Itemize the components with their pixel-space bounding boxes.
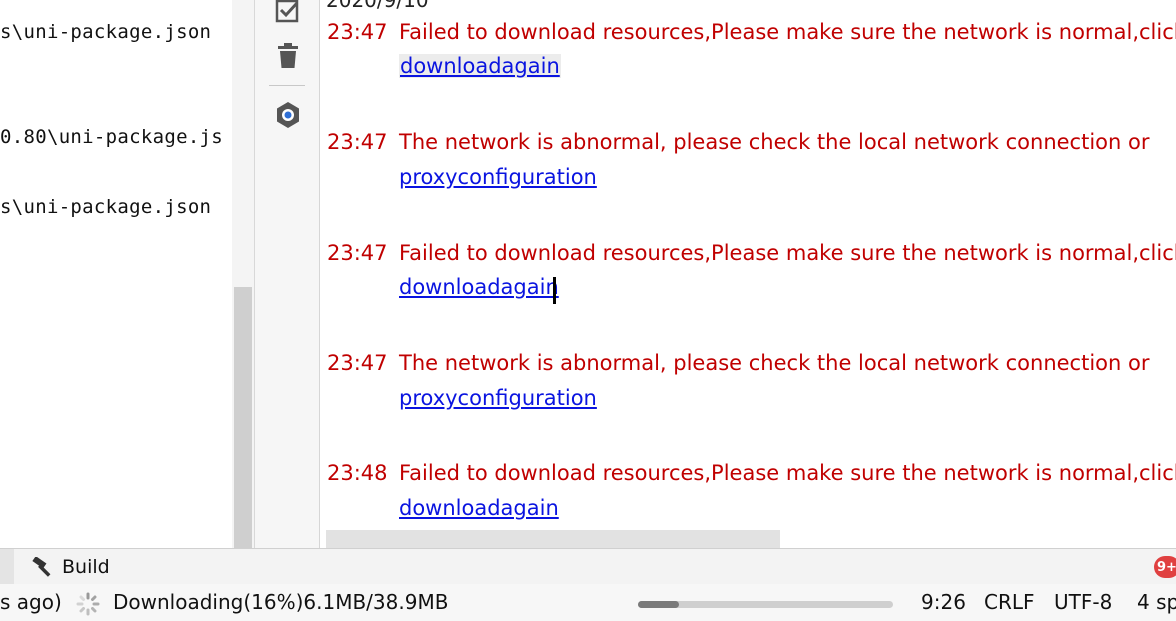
proxy-configuration-link[interactable]: proxyconfiguration <box>399 165 597 189</box>
message-time: 23:47 <box>327 130 388 154</box>
message-time: 23:48 <box>327 461 388 485</box>
checklist-icon[interactable] <box>273 0 303 26</box>
bottom-tab-bar: Build 9+ <box>0 548 1176 585</box>
download-again-link[interactable]: downloadagain <box>399 275 559 299</box>
notification-badge[interactable]: 9+ <box>1154 556 1176 578</box>
status-time-ago: s ago) <box>0 590 62 614</box>
file-list-panel: s\uni-package.json 0.80\uni-package.js s… <box>0 0 232 548</box>
tab-strip-edge <box>0 549 14 584</box>
spinner-icon <box>76 592 100 621</box>
message-text: The network is abnormal, please check th… <box>399 351 1150 375</box>
date-header: 2020/9/10 <box>326 0 429 12</box>
code-line: s\uni-package.json <box>0 196 212 218</box>
download-progress-fill <box>638 601 679 608</box>
message-time: 23:47 <box>327 351 388 375</box>
message-text: Failed to download resources,Please make… <box>399 20 1176 44</box>
horizontal-scrollbar-thumb[interactable] <box>326 530 780 548</box>
download-again-link[interactable]: downloadagain <box>399 54 561 78</box>
settings-hex-icon[interactable] <box>273 100 303 130</box>
trash-icon[interactable] <box>273 41 303 71</box>
code-line: s\uni-package.json <box>0 21 212 43</box>
console-toolbar <box>254 0 321 548</box>
message-text: Failed to download resources,Please make… <box>399 461 1176 485</box>
code-line: 0.80\uni-package.js <box>0 126 224 148</box>
status-bar: s ago) Downloading(16%)6.1MB/38.9MB 9:26… <box>0 584 1176 621</box>
tab-build-label: Build <box>62 556 110 578</box>
message-time: 23:47 <box>327 241 388 265</box>
message-text: Failed to download resources,Please make… <box>399 241 1176 265</box>
left-scrollbar-thumb[interactable] <box>234 287 252 548</box>
tab-build[interactable]: Build <box>32 552 110 582</box>
proxy-configuration-link[interactable]: proxyconfiguration <box>399 386 597 410</box>
download-again-link[interactable]: downloadagain <box>399 496 559 520</box>
console-output: 2020/9/10 23:47 Failed to download resou… <box>320 0 1176 548</box>
cursor-position[interactable]: 9:26 <box>921 590 966 614</box>
text-caret <box>553 277 556 304</box>
indentation[interactable]: 4 sp <box>1137 590 1176 614</box>
hammer-icon <box>32 557 51 577</box>
download-status: Downloading(16%)6.1MB/38.9MB <box>113 590 449 614</box>
toolbar-divider <box>269 85 305 86</box>
message-text: The network is abnormal, please check th… <box>399 130 1150 154</box>
message-time: 23:47 <box>327 20 388 44</box>
line-ending[interactable]: CRLF <box>984 590 1035 614</box>
download-progress-bar <box>638 601 893 608</box>
file-encoding[interactable]: UTF-8 <box>1054 590 1112 614</box>
